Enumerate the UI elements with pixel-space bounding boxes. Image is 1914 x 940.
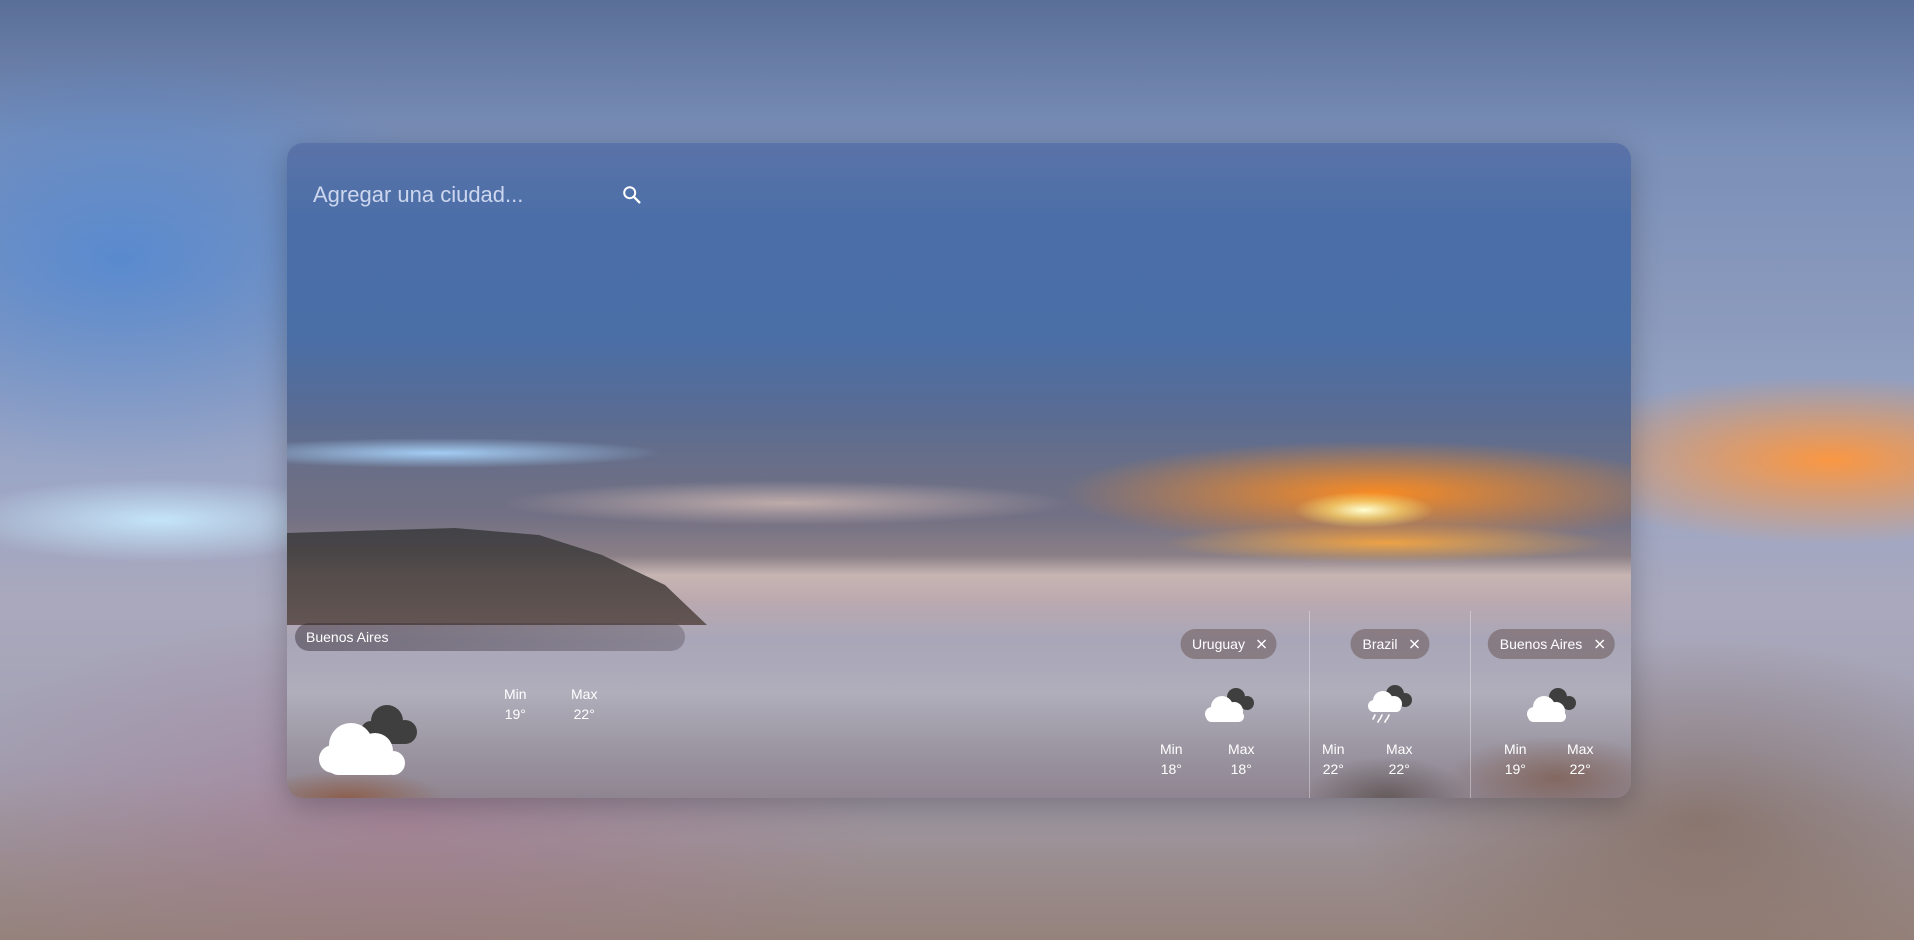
close-icon[interactable]	[1257, 639, 1267, 649]
max-label: Max	[571, 686, 598, 702]
rain-icon	[1368, 685, 1412, 723]
current-city-name: Buenos Aires	[306, 629, 389, 645]
min-label: Min	[1504, 741, 1527, 757]
min-label: Min	[1160, 741, 1183, 757]
min-value: 19°	[504, 706, 526, 722]
current-min: Min 19°	[504, 684, 527, 724]
max-value: 22°	[1388, 761, 1410, 777]
close-icon[interactable]	[1410, 639, 1420, 649]
close-icon[interactable]	[1594, 639, 1604, 649]
city-min: Min 18°	[1160, 739, 1183, 779]
cloudy-icon	[1204, 688, 1254, 722]
city-max: Max 22°	[1567, 739, 1593, 779]
city-chip: Brazil	[1350, 629, 1430, 659]
city-cards: Uruguay Min 18° Max 18° Brazil Min 22° M…	[1160, 611, 1631, 798]
city-max: Max 22°	[1386, 739, 1412, 779]
current-max: Max 22°	[571, 684, 597, 724]
current-weather: Buenos Aires Min 19° Max 22°	[287, 611, 707, 798]
max-value: 18°	[1230, 761, 1252, 777]
min-value: 18°	[1160, 761, 1182, 777]
city-name: Brazil	[1362, 636, 1398, 652]
max-label: Max	[1386, 741, 1413, 757]
min-value: 22°	[1322, 761, 1344, 777]
min-label: Min	[1322, 741, 1345, 757]
city-name: Buenos Aires	[1499, 636, 1583, 652]
search-bar	[313, 175, 653, 215]
city-chip: Buenos Aires	[1487, 629, 1615, 659]
city-card-uruguay: Uruguay Min 18° Max 18°	[1148, 611, 1309, 798]
current-city-bar: Buenos Aires	[295, 623, 685, 651]
city-card-buenos-aires: Buenos Aires Min 19° Max 22°	[1470, 611, 1631, 798]
partly-cloudy-icon	[319, 705, 417, 775]
city-name: Uruguay	[1192, 636, 1245, 652]
max-label: Max	[1567, 741, 1594, 757]
min-value: 19°	[1504, 761, 1526, 777]
city-max: Max 18°	[1228, 739, 1254, 779]
max-value: 22°	[573, 706, 595, 722]
search-input[interactable]	[313, 177, 613, 213]
search-icon[interactable]	[621, 184, 643, 206]
cloudy-icon	[1527, 688, 1576, 722]
city-min: Min 22°	[1322, 739, 1345, 779]
min-label: Min	[504, 686, 527, 702]
city-card-brazil: Brazil Min 22° Max 22°	[1309, 611, 1470, 798]
city-chip: Uruguay	[1180, 629, 1277, 659]
city-min: Min 19°	[1504, 739, 1527, 779]
weather-card: Buenos Aires Min 19° Max 22°	[287, 143, 1631, 798]
max-value: 22°	[1569, 761, 1591, 777]
max-label: Max	[1228, 741, 1255, 757]
